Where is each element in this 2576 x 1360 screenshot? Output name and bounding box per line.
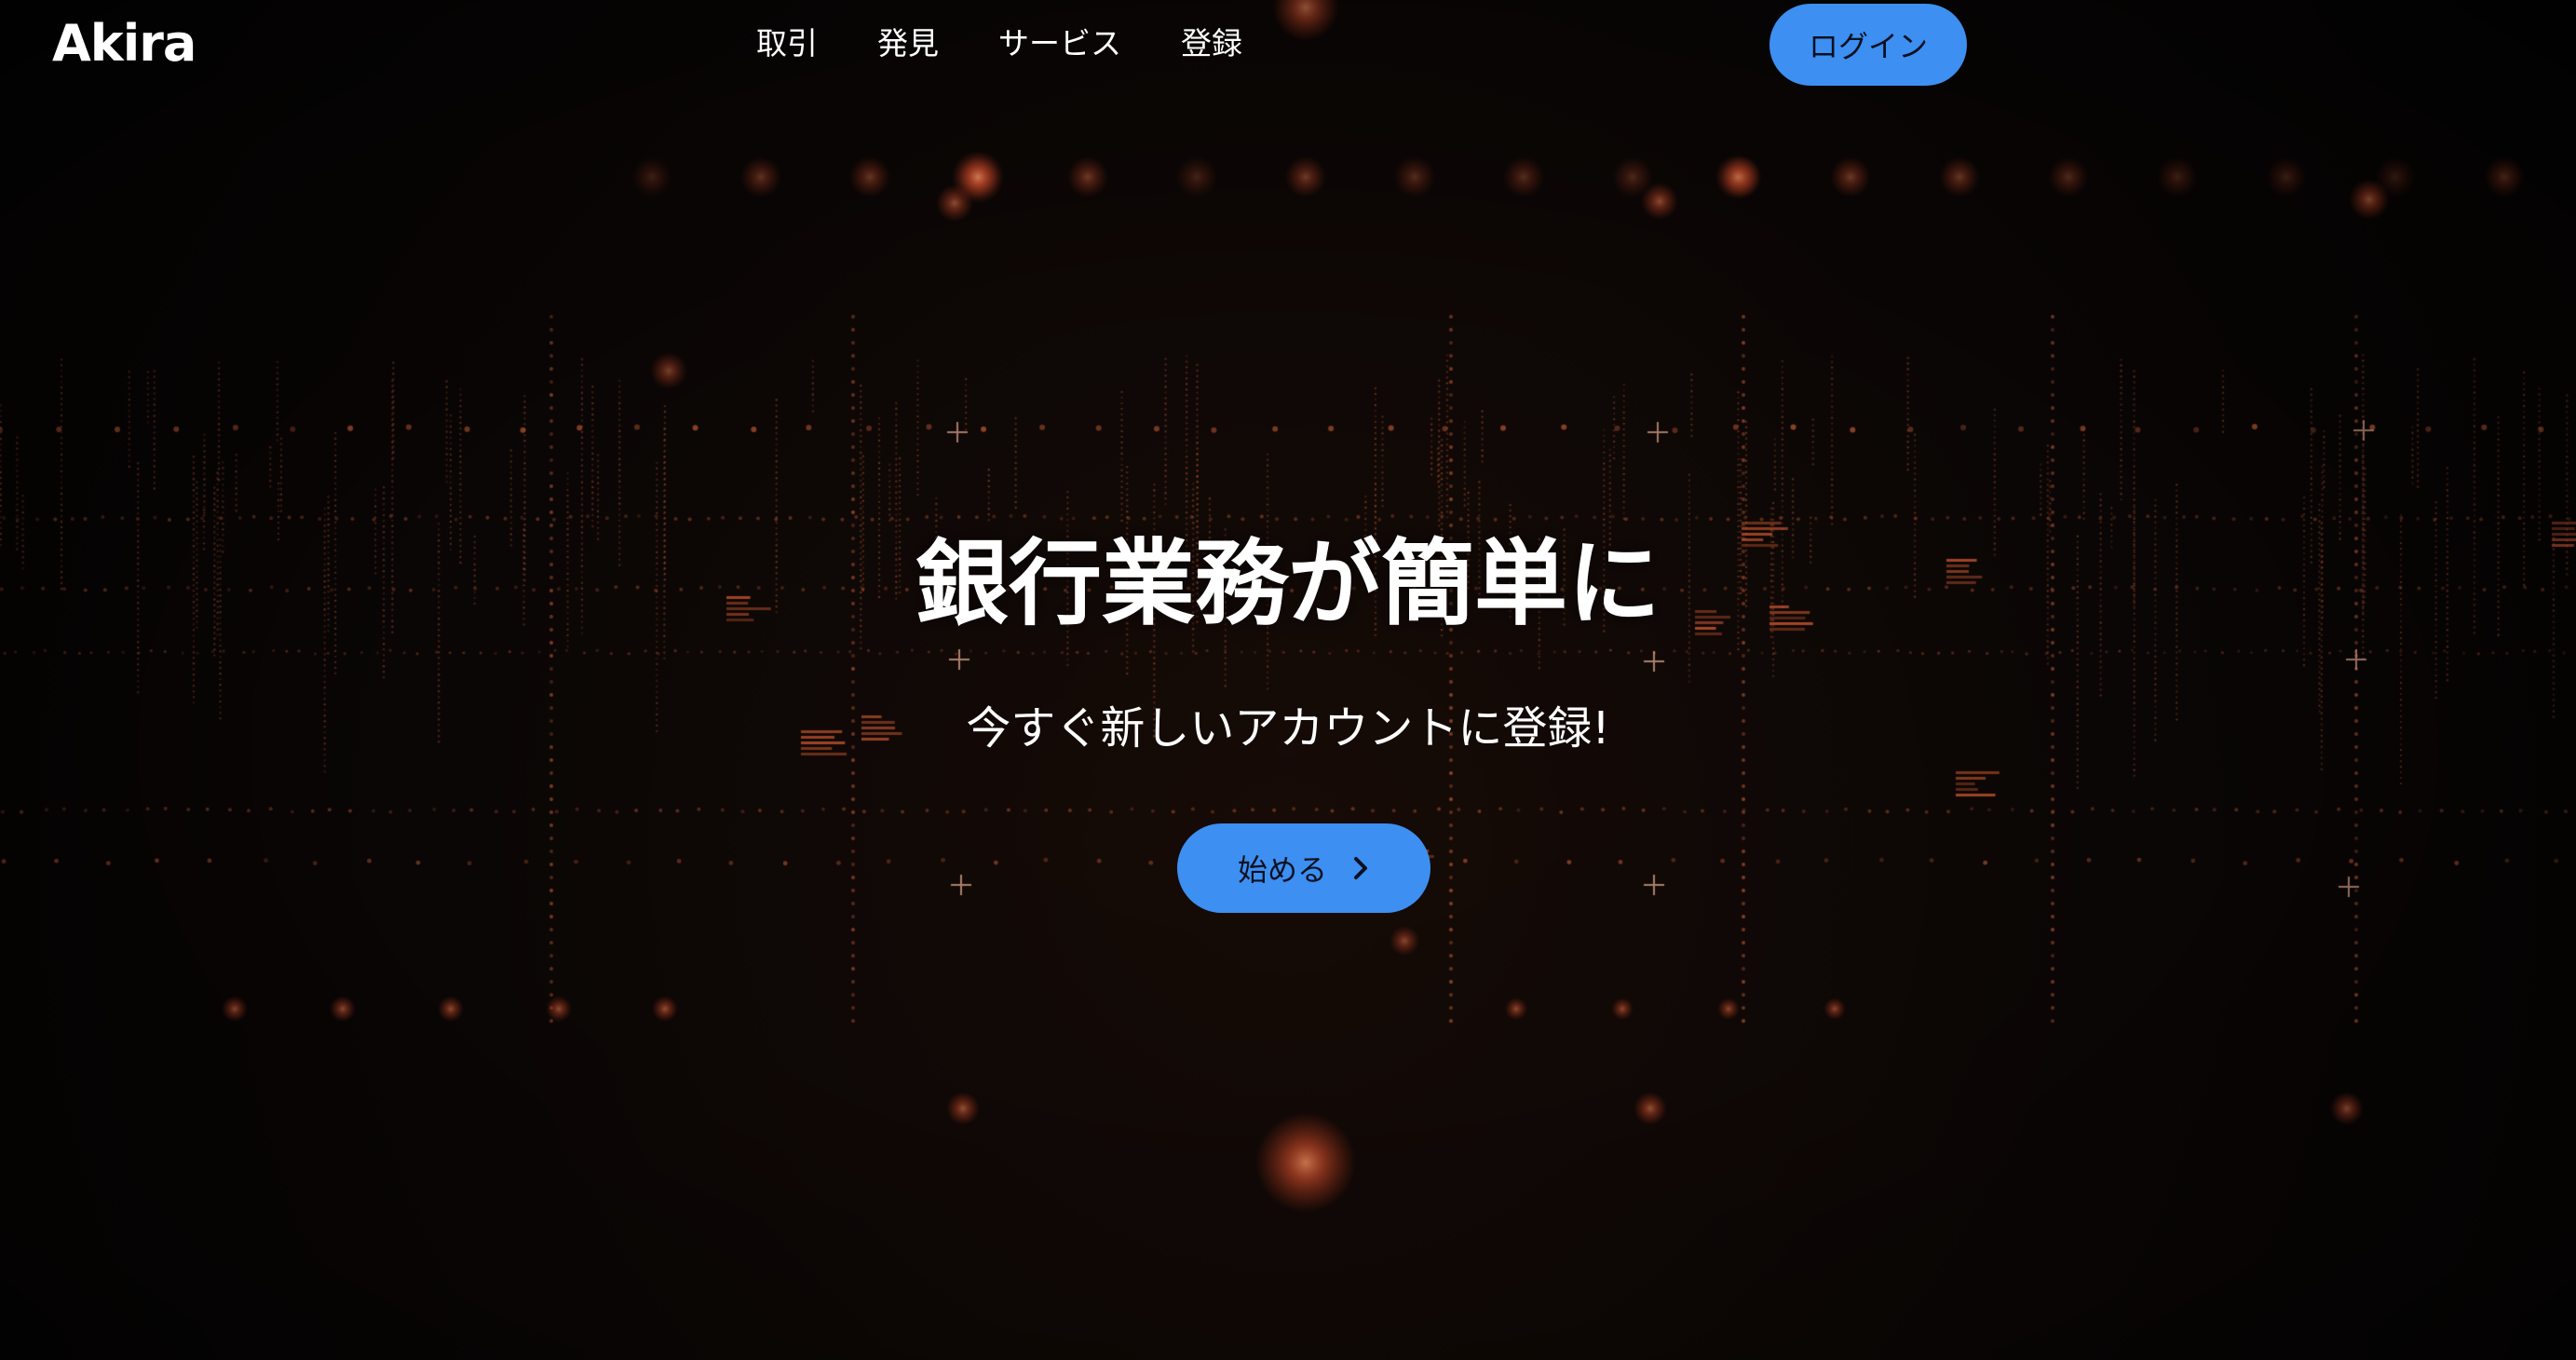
get-started-button[interactable]: 始める: [1177, 823, 1430, 913]
chevron-right-icon: [1351, 855, 1370, 881]
hero-subtitle: 今すぐ新しいアカウントに登録!: [966, 702, 1610, 755]
hero-section: 銀行業務が簡単に 今すぐ新しいアカウントに登録! 始める: [0, 0, 2576, 1360]
hero-title: 銀行業務が簡単に: [915, 529, 1661, 638]
get-started-label: 始める: [1237, 852, 1327, 888]
